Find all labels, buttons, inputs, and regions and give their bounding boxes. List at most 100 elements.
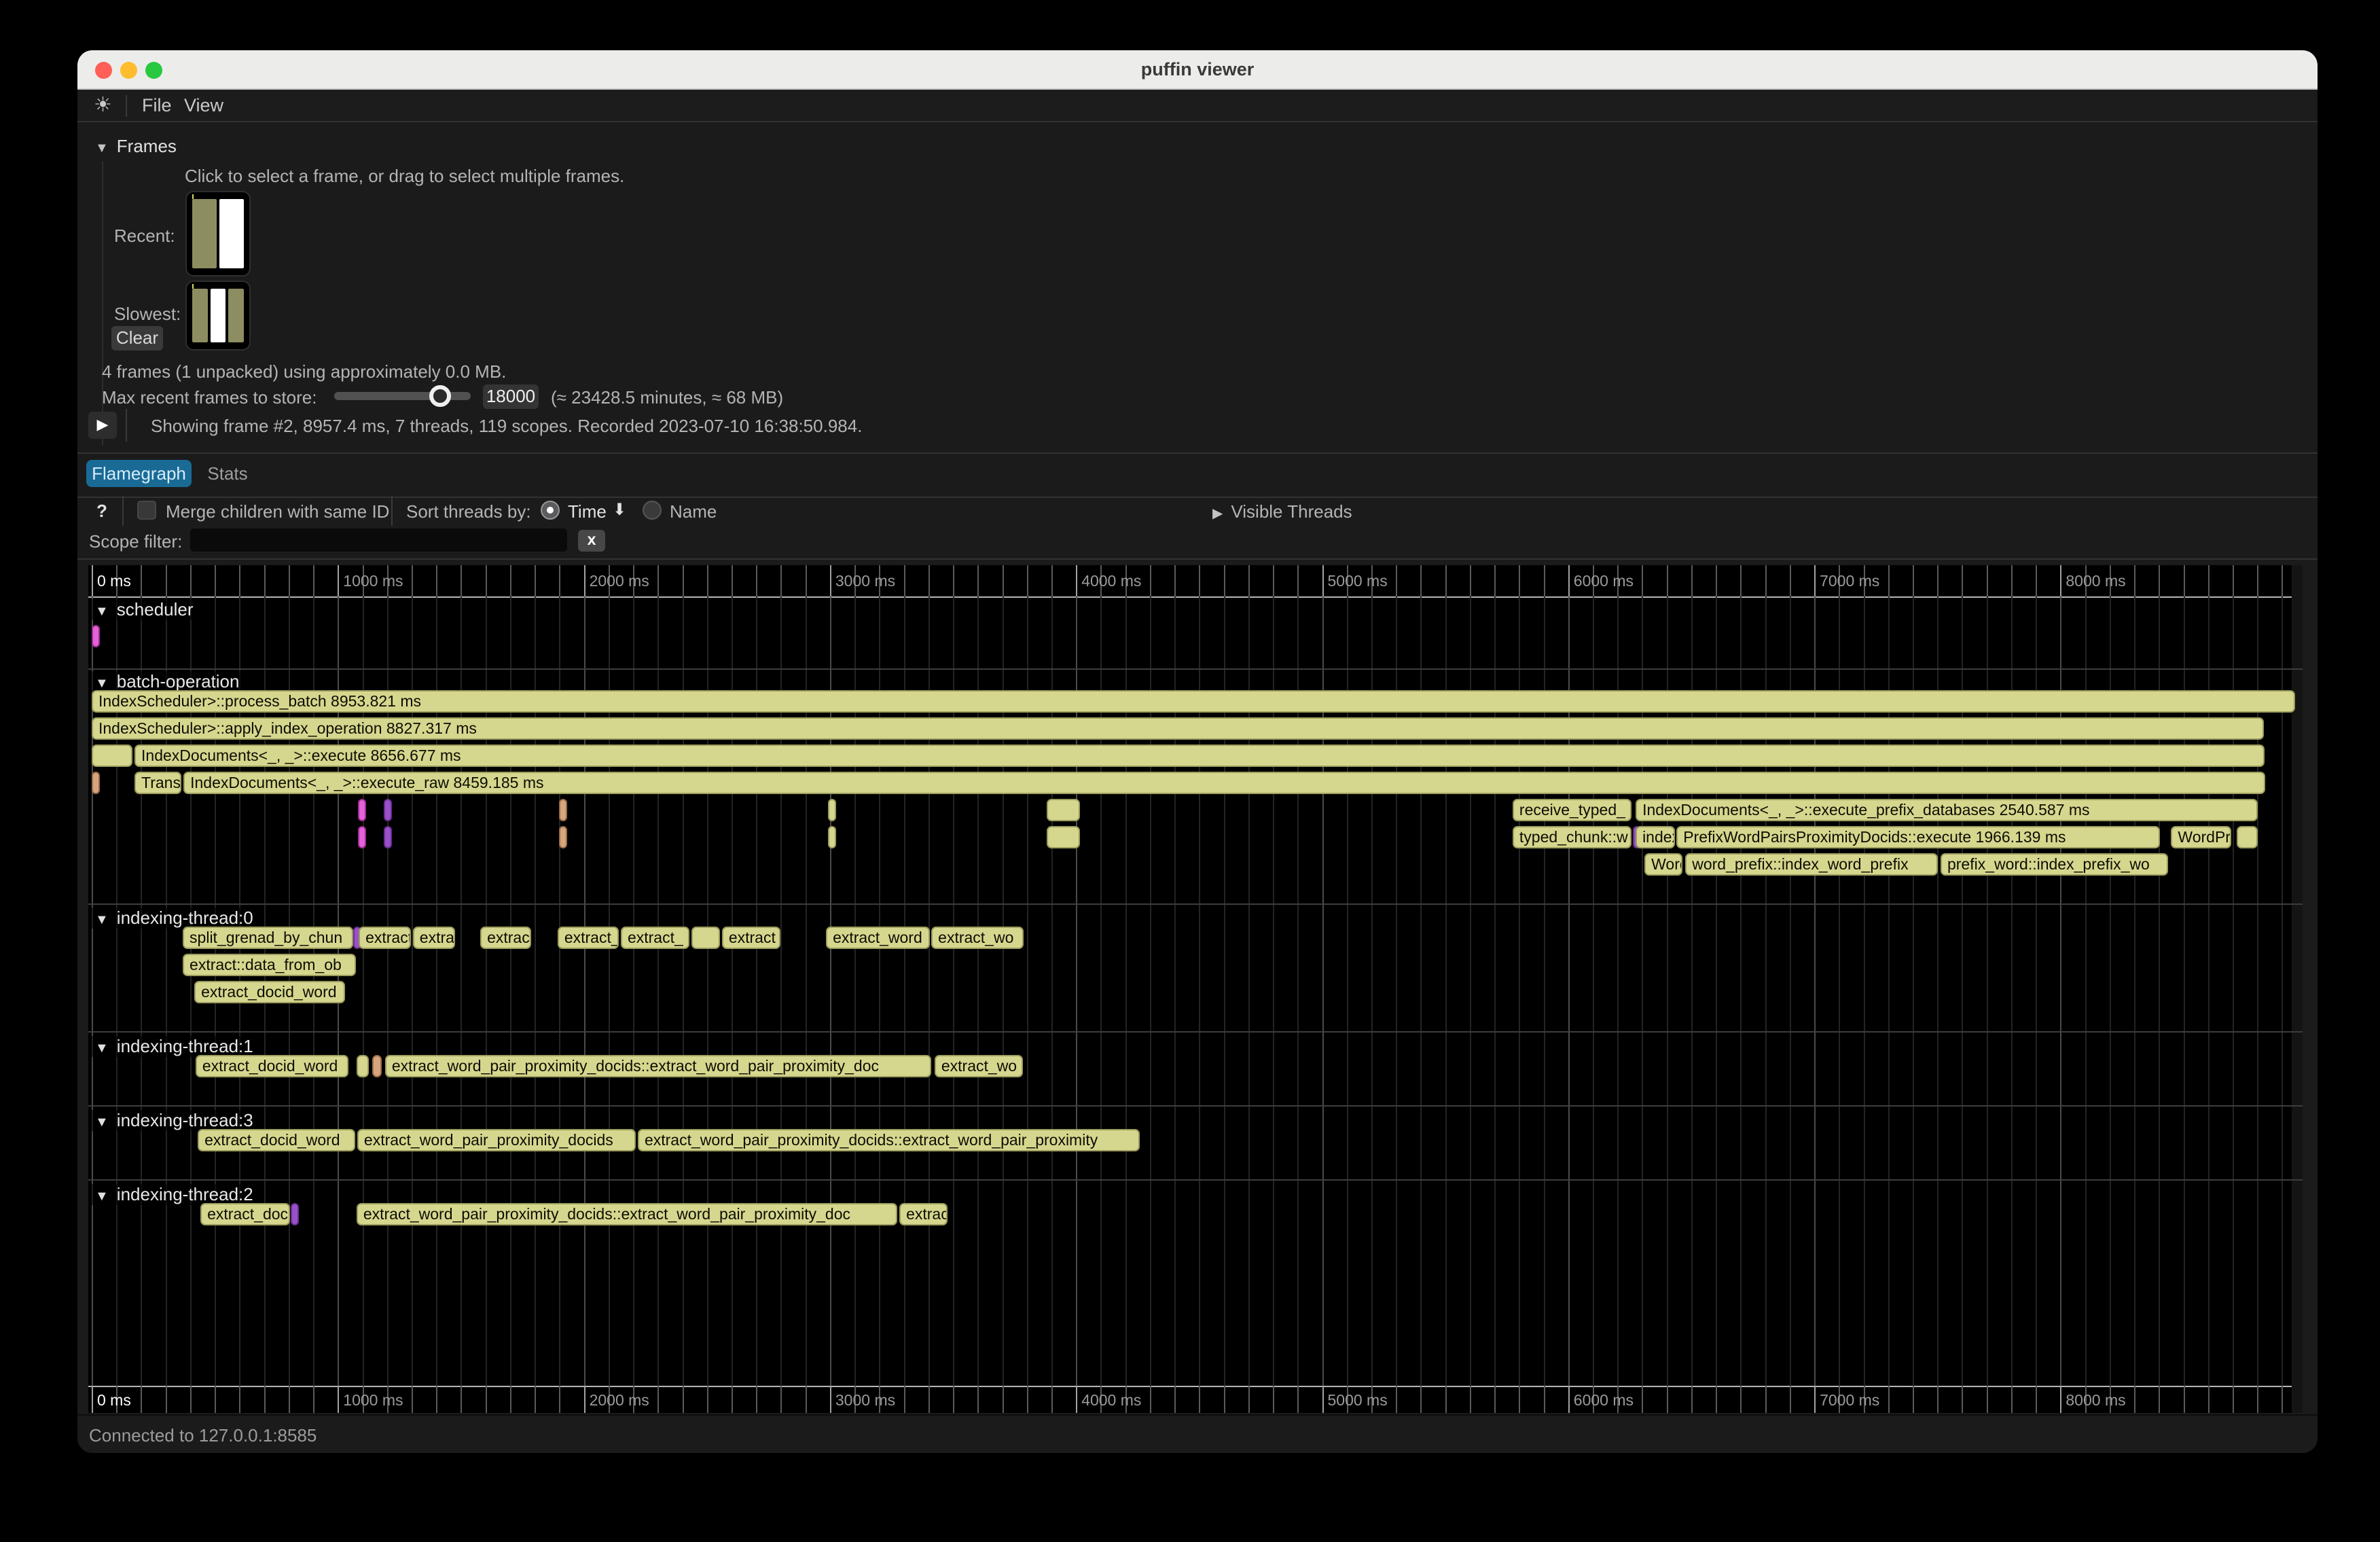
scope-bar[interactable]: extract_wo bbox=[935, 1055, 1023, 1077]
scope-bar[interactable]: index bbox=[1636, 826, 1675, 848]
scope-bar[interactable] bbox=[559, 799, 567, 821]
scope-bar[interactable] bbox=[357, 1055, 369, 1077]
clear-filter-button[interactable]: x bbox=[578, 530, 605, 552]
frame-thumbnail-bar[interactable] bbox=[192, 199, 217, 268]
scope-bar[interactable]: Trans bbox=[134, 772, 181, 794]
scope-bar[interactable]: extract_word_pair_proximity_docids bbox=[357, 1129, 636, 1151]
frame-thumbnail-bar[interactable] bbox=[211, 289, 226, 342]
scope-bar[interactable]: IndexScheduler>::process_batch 8953.821 … bbox=[92, 690, 2295, 713]
scope-bar[interactable] bbox=[358, 799, 366, 821]
tab-flamegraph[interactable]: Flamegraph bbox=[86, 460, 192, 487]
sort-time-label[interactable]: Time bbox=[568, 501, 607, 522]
scope-bar[interactable] bbox=[358, 826, 366, 848]
scope-bar[interactable]: WordPr bbox=[2171, 826, 2231, 848]
scope-bar[interactable] bbox=[291, 1203, 299, 1225]
help-button[interactable]: ? bbox=[96, 501, 107, 522]
thread-header-batch-operation[interactable]: ▼batch-operation bbox=[91, 671, 246, 692]
sort-name-radio[interactable] bbox=[643, 501, 662, 520]
clear-button[interactable]: Clear bbox=[111, 326, 163, 351]
tab-stats[interactable]: Stats bbox=[200, 460, 255, 487]
max-frames-slider-knob[interactable] bbox=[429, 385, 451, 407]
thread-header-indexing-thread:2[interactable]: ▼indexing-thread:2 bbox=[91, 1184, 260, 1205]
scope-bar[interactable]: extract_ bbox=[558, 927, 619, 949]
thread-header-scheduler[interactable]: ▼scheduler bbox=[91, 599, 200, 620]
scope-bar[interactable]: extrac bbox=[480, 927, 531, 949]
thread-header-indexing-thread:1[interactable]: ▼indexing-thread:1 bbox=[91, 1036, 260, 1057]
axis-tick bbox=[1740, 565, 1742, 596]
frame-thumbnail-bar[interactable] bbox=[228, 289, 244, 342]
scope-bar[interactable]: prefix_word::index_prefix_wo bbox=[1941, 853, 2168, 876]
axis-tick bbox=[1962, 1386, 1963, 1413]
scope-bar[interactable] bbox=[1047, 826, 1080, 848]
scope-bar[interactable] bbox=[691, 927, 720, 949]
scope-bar[interactable]: split_grenad_by_chun bbox=[183, 927, 353, 949]
scope-bar[interactable]: extract_word_pair_proximity_docids::extr… bbox=[385, 1055, 931, 1077]
scope-bar[interactable] bbox=[828, 826, 836, 848]
axis-tick bbox=[1470, 565, 1471, 596]
axis-tick bbox=[584, 565, 585, 596]
axis-tick bbox=[535, 565, 536, 596]
window-title: puffin viewer bbox=[77, 50, 2318, 88]
scope-bar[interactable] bbox=[828, 799, 836, 821]
scope-bar[interactable]: extract bbox=[359, 927, 411, 949]
scope-bar[interactable] bbox=[384, 826, 392, 848]
scope-bar[interactable]: typed_chunk::w bbox=[1513, 826, 1631, 848]
scope-bar[interactable] bbox=[2237, 826, 2258, 848]
minimize-window-button[interactable] bbox=[120, 62, 137, 79]
scope-bar[interactable]: extract_docid_word bbox=[194, 981, 345, 1003]
max-frames-value[interactable]: 18000 bbox=[483, 384, 539, 409]
frame-thumbnail-bar[interactable] bbox=[219, 199, 244, 268]
visible-threads-header[interactable]: ▶Visible Threads bbox=[1212, 501, 1352, 522]
scope-bar[interactable] bbox=[1047, 799, 1080, 821]
scope-bar[interactable]: extra bbox=[413, 927, 455, 949]
menu-view[interactable]: View bbox=[184, 90, 223, 122]
scope-bar[interactable]: receive_typed_ bbox=[1513, 799, 1631, 821]
thread-header-indexing-thread:0[interactable]: ▼indexing-thread:0 bbox=[91, 908, 260, 929]
scope-bar[interactable]: extract_docid_word bbox=[198, 1129, 355, 1151]
scope-bar[interactable]: PrefixWordPairsProximityDocids::execute … bbox=[1676, 826, 2160, 848]
scope-bar[interactable] bbox=[92, 745, 132, 767]
scope-bar[interactable] bbox=[372, 1055, 382, 1077]
recent-frames-thumbnail[interactable] bbox=[185, 191, 251, 276]
maximize-window-button[interactable] bbox=[145, 62, 162, 79]
scope-bar[interactable]: extrac bbox=[899, 1203, 948, 1225]
slowest-frames-thumbnail[interactable] bbox=[185, 281, 251, 351]
scope-bar[interactable]: extract_ bbox=[621, 927, 689, 949]
menu-file[interactable]: File bbox=[142, 90, 172, 122]
scope-bar[interactable]: IndexScheduler>::apply_index_operation 8… bbox=[92, 717, 2264, 740]
scope-bar[interactable]: extract bbox=[722, 927, 780, 949]
scope-bar[interactable] bbox=[384, 799, 392, 821]
scope-bar[interactable]: extract::data_from_ob bbox=[183, 954, 356, 976]
theme-toggle-sun-icon[interactable]: ☀ bbox=[94, 90, 112, 122]
merge-children-checkbox[interactable] bbox=[137, 501, 156, 520]
frame-thumbnail-bar[interactable] bbox=[192, 289, 208, 342]
frames-section-header[interactable]: ▼Frames bbox=[95, 136, 177, 157]
scope-bar[interactable]: IndexDocuments<_, _>::execute_raw 8459.1… bbox=[183, 772, 2265, 794]
flamegraph-canvas[interactable]: 0 ms0 ms1000 ms1000 ms2000 ms2000 ms3000… bbox=[88, 565, 2303, 1413]
axis-tick bbox=[1297, 1386, 1299, 1413]
scope-bar[interactable]: word_prefix::index_word_prefix bbox=[1685, 853, 1938, 876]
scope-bar[interactable]: extract_doc bbox=[200, 1203, 290, 1225]
axis-tick bbox=[264, 1386, 266, 1413]
scope-bar[interactable] bbox=[92, 625, 100, 647]
scope-bar[interactable]: extract_word bbox=[826, 927, 930, 949]
scope-bar[interactable] bbox=[92, 772, 100, 794]
axis-tick bbox=[1051, 565, 1053, 596]
scope-bar[interactable]: Word bbox=[1644, 853, 1682, 876]
scope-bar[interactable] bbox=[559, 826, 567, 848]
scope-bar[interactable]: IndexDocuments<_, _>::execute_prefix_dat… bbox=[1636, 799, 2258, 821]
sort-name-label[interactable]: Name bbox=[670, 501, 717, 522]
scope-bar[interactable]: extract_wo bbox=[931, 927, 1024, 949]
scope-bar[interactable]: extract_docid_word bbox=[196, 1055, 348, 1077]
sort-time-radio[interactable] bbox=[541, 501, 560, 520]
play-button[interactable]: ▶ bbox=[88, 412, 117, 439]
scope-bar[interactable]: IndexDocuments<_, _>::execute 8656.677 m… bbox=[134, 745, 2265, 767]
scope-bar[interactable]: extract_word_pair_proximity_docids::extr… bbox=[638, 1129, 1140, 1151]
axis-tick bbox=[92, 1386, 93, 1413]
scope-bar[interactable]: extract_word_pair_proximity_docids::extr… bbox=[357, 1203, 897, 1225]
close-window-button[interactable] bbox=[95, 62, 112, 79]
axis-label-bottom: 7000 ms bbox=[1820, 1391, 1879, 1410]
scope-filter-input[interactable] bbox=[190, 528, 567, 552]
thread-header-indexing-thread:3[interactable]: ▼indexing-thread:3 bbox=[91, 1110, 260, 1131]
sort-direction-arrow-icon[interactable]: ⬇ bbox=[613, 500, 626, 520]
